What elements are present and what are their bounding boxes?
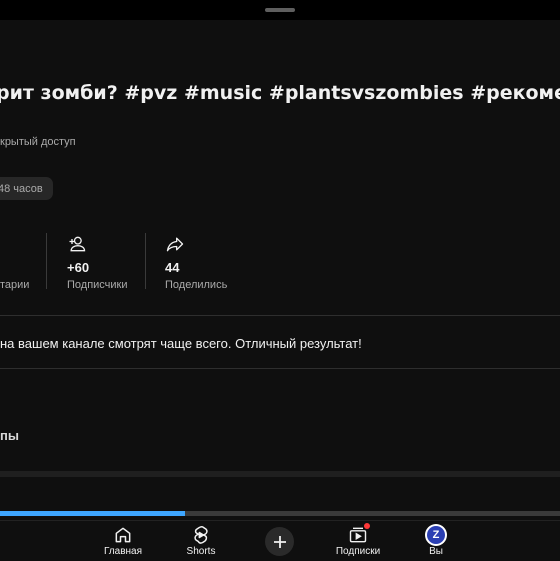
time-period-chip[interactable]: 48 часов — [0, 177, 53, 200]
notification-dot — [364, 523, 370, 529]
stat-divider — [145, 233, 146, 289]
stat-comments-label: тарии — [0, 279, 30, 291]
bottom-navigation: Главная Shorts Подписки Z Вы — [0, 520, 560, 561]
nav-subscriptions-label: Подписки — [335, 546, 381, 557]
video-progress-fill — [0, 511, 185, 516]
nav-you[interactable]: Z Вы — [396, 521, 476, 561]
visibility-label: крытый доступ — [0, 136, 76, 148]
stat-shares: 44 Поделились — [165, 232, 235, 292]
analytics-sheet: рит зомби? #pvz #music #plantsvszombies … — [0, 20, 560, 520]
nav-home-label: Главная — [103, 546, 143, 557]
stat-subscribers: +60 Подписчики — [67, 232, 137, 292]
divider — [0, 368, 560, 369]
nav-you-label: Вы — [429, 546, 443, 557]
top-bar — [0, 0, 560, 20]
nav-subscriptions[interactable]: Подписки — [318, 521, 398, 561]
divider — [0, 315, 560, 316]
avatar: Z — [427, 526, 445, 544]
home-icon — [115, 527, 131, 543]
stat-subscribers-label: Подписчики — [67, 279, 128, 291]
time-period-label: 48 часов — [0, 182, 43, 195]
video-progress-bar[interactable] — [0, 511, 560, 516]
nav-shorts[interactable]: Shorts — [161, 521, 241, 561]
avatar-icon: Z — [425, 524, 447, 546]
add-person-icon — [69, 236, 86, 252]
share-icon — [166, 237, 184, 252]
create-button[interactable] — [265, 527, 294, 556]
section-separator — [0, 471, 560, 477]
shorts-icon — [194, 526, 208, 544]
drag-handle[interactable] — [265, 8, 295, 12]
nav-home[interactable]: Главная — [83, 521, 163, 561]
section-title: пы — [0, 428, 19, 443]
nav-shorts-label: Shorts — [186, 546, 216, 557]
stat-shares-label: Поделились — [165, 279, 228, 291]
stat-subscribers-value: +60 — [67, 260, 90, 275]
insight-text: на вашем канале смотрят чаще всего. Отли… — [0, 336, 362, 351]
plus-icon — [273, 535, 286, 548]
stat-divider — [46, 233, 47, 289]
stat-comments: тарии — [0, 232, 40, 292]
video-title: рит зомби? #pvz #music #plantsvszombies … — [0, 82, 560, 104]
stat-shares-value: 44 — [165, 260, 180, 275]
